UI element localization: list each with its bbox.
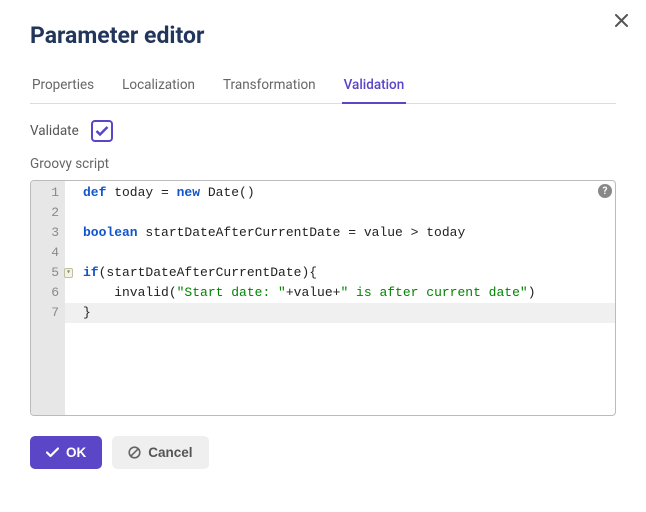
validate-label: Validate <box>30 123 79 139</box>
code-editor[interactable]: 12345▾67 def today = new Date() boolean s… <box>30 180 616 416</box>
tabs: Properties Localization Transformation V… <box>30 71 616 104</box>
cancel-button-label: Cancel <box>148 445 192 460</box>
ok-button[interactable]: OK <box>30 436 102 469</box>
validate-row: Validate <box>30 120 616 142</box>
line-number: 5▾ <box>41 263 59 283</box>
code-line[interactable] <box>83 203 609 223</box>
line-number: 7 <box>41 303 59 323</box>
line-number: 4 <box>41 243 59 263</box>
code-line[interactable]: } <box>65 303 615 323</box>
check-icon <box>46 447 59 458</box>
dialog-footer: OK Cancel <box>30 436 616 469</box>
code-line[interactable] <box>83 243 609 263</box>
cancel-icon <box>128 446 141 459</box>
help-icon[interactable]: ? <box>598 184 612 198</box>
line-number: 3 <box>41 223 59 243</box>
tab-validation[interactable]: Validation <box>342 71 407 103</box>
check-icon <box>95 125 109 137</box>
close-button[interactable] <box>615 14 628 30</box>
code-line[interactable]: if(startDateAfterCurrentDate){ <box>83 263 609 283</box>
line-number: 2 <box>41 203 59 223</box>
script-label: Groovy script <box>30 156 616 172</box>
line-number: 6 <box>41 283 59 303</box>
tab-properties[interactable]: Properties <box>30 71 96 103</box>
line-number: 1 <box>41 183 59 203</box>
editor-wrap: ? 12345▾67 def today = new Date() boolean… <box>30 180 616 416</box>
code-line[interactable]: invalid("Start date: "+value+" is after … <box>83 283 609 303</box>
validate-checkbox[interactable] <box>91 120 113 142</box>
tab-localization[interactable]: Localization <box>120 71 197 103</box>
tab-transformation[interactable]: Transformation <box>221 71 318 103</box>
code-line[interactable]: boolean startDateAfterCurrentDate = valu… <box>83 223 609 243</box>
editor-gutter: 12345▾67 <box>31 181 65 415</box>
parameter-editor-dialog: Parameter editor Properties Localization… <box>0 0 646 512</box>
ok-button-label: OK <box>66 445 86 460</box>
code-line[interactable]: def today = new Date() <box>83 183 609 203</box>
cancel-button[interactable]: Cancel <box>112 436 208 469</box>
dialog-title: Parameter editor <box>30 22 616 49</box>
editor-code[interactable]: def today = new Date() boolean startDateA… <box>65 181 615 415</box>
fold-marker-icon[interactable]: ▾ <box>64 268 73 278</box>
